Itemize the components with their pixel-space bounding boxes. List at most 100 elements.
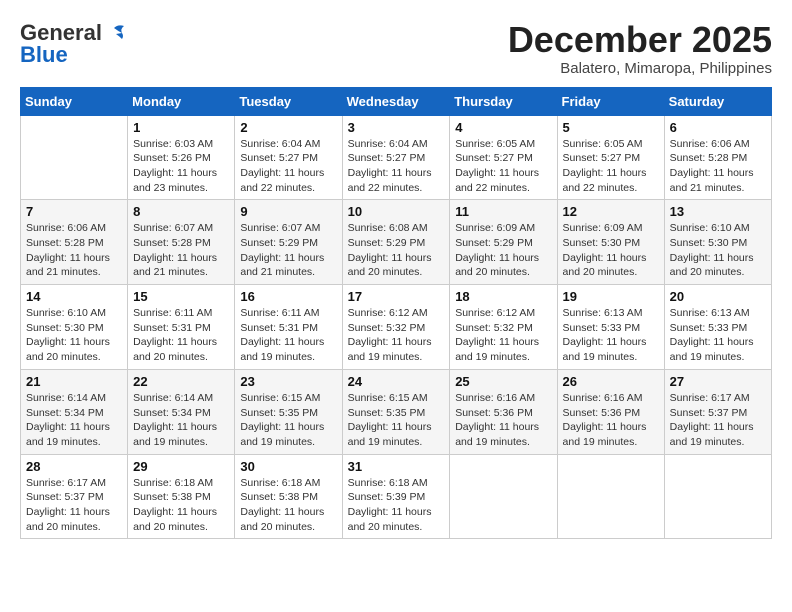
day-detail: Sunrise: 6:06 AMSunset: 5:28 PMDaylight:… (670, 137, 766, 196)
logo-bird-icon (104, 24, 126, 42)
day-detail: Sunrise: 6:07 AMSunset: 5:28 PMDaylight:… (133, 221, 229, 280)
logo: General Blue (20, 20, 128, 68)
day-detail: Sunrise: 6:15 AMSunset: 5:35 PMDaylight:… (240, 391, 336, 450)
location-subtitle: Balatero, Mimaropa, Philippines (508, 60, 772, 77)
calendar-cell: 3Sunrise: 6:04 AMSunset: 5:27 PMDaylight… (342, 115, 450, 200)
day-number: 16 (240, 289, 336, 304)
day-number: 12 (563, 204, 659, 219)
calendar-cell: 5 Sunrise: 6:05 AMSunset: 5:27 PMDaylight… (557, 115, 664, 200)
calendar-cell: 23 Sunrise: 6:15 AMSunset: 5:35 PMDayligh… (235, 369, 342, 454)
day-detail: Sunrise: 6:12 AMSunset: 5:32 PMDaylight:… (348, 306, 445, 365)
calendar-cell: 1 Sunrise: 6:03 AMSunset: 5:26 PMDaylight… (128, 115, 235, 200)
day-number: 28 (26, 459, 122, 474)
calendar-cell: 18 Sunrise: 6:12 AMSunset: 5:32 PMDayligh… (450, 285, 557, 370)
day-detail: Sunrise: 6:14 AMSunset: 5:34 PMDaylight:… (26, 391, 122, 450)
day-detail: Sunrise: 6:09 AMSunset: 5:30 PMDaylight:… (563, 221, 659, 280)
calendar-cell (21, 115, 128, 200)
calendar-cell: 28 Sunrise: 6:17 AMSunset: 5:37 PMDayligh… (21, 454, 128, 539)
day-number: 6 (670, 120, 766, 135)
calendar-cell: 16 Sunrise: 6:11 AMSunset: 5:31 PMDayligh… (235, 285, 342, 370)
day-number: 13 (670, 204, 766, 219)
day-detail: Sunrise: 6:17 AMSunset: 5:37 PMDaylight:… (670, 391, 766, 450)
day-detail: Sunrise: 6:15 AMSunset: 5:35 PMDaylight:… (348, 391, 445, 450)
calendar-header-row: SundayMondayTuesdayWednesdayThursdayFrid… (21, 87, 772, 115)
calendar-table: SundayMondayTuesdayWednesdayThursdayFrid… (20, 87, 772, 540)
calendar-cell: 29 Sunrise: 6:18 AMSunset: 5:38 PMDayligh… (128, 454, 235, 539)
logo-blue: Blue (20, 42, 68, 68)
day-detail: Sunrise: 6:09 AMSunset: 5:29 PMDaylight:… (455, 221, 551, 280)
day-number: 27 (670, 374, 766, 389)
day-detail: Sunrise: 6:04 AMSunset: 5:27 PMDaylight:… (240, 137, 336, 196)
day-number: 17 (348, 289, 445, 304)
calendar-cell: 10 Sunrise: 6:08 AMSunset: 5:29 PMDayligh… (342, 200, 450, 285)
day-detail: Sunrise: 6:11 AMSunset: 5:31 PMDaylight:… (240, 306, 336, 365)
calendar-cell: 7 Sunrise: 6:06 AMSunset: 5:28 PMDaylight… (21, 200, 128, 285)
day-detail: Sunrise: 6:10 AMSunset: 5:30 PMDaylight:… (670, 221, 766, 280)
calendar-cell: 11Sunrise: 6:09 AMSunset: 5:29 PMDayligh… (450, 200, 557, 285)
page-header: General Blue December 2025 Balatero, Mim… (20, 20, 772, 77)
day-number: 29 (133, 459, 229, 474)
calendar-cell: 6 Sunrise: 6:06 AMSunset: 5:28 PMDaylight… (664, 115, 771, 200)
day-number: 2 (240, 120, 336, 135)
day-number: 22 (133, 374, 229, 389)
day-number: 21 (26, 374, 122, 389)
day-detail: Sunrise: 6:08 AMSunset: 5:29 PMDaylight:… (348, 221, 445, 280)
title-block: December 2025 Balatero, Mimaropa, Philip… (508, 20, 772, 77)
day-detail: Sunrise: 6:06 AMSunset: 5:28 PMDaylight:… (26, 221, 122, 280)
calendar-cell: 9Sunrise: 6:07 AMSunset: 5:29 PMDaylight… (235, 200, 342, 285)
calendar-cell: 12 Sunrise: 6:09 AMSunset: 5:30 PMDayligh… (557, 200, 664, 285)
calendar-cell: 8 Sunrise: 6:07 AMSunset: 5:28 PMDaylight… (128, 200, 235, 285)
calendar-cell: 22Sunrise: 6:14 AMSunset: 5:34 PMDayligh… (128, 369, 235, 454)
day-number: 1 (133, 120, 229, 135)
day-number: 10 (348, 204, 445, 219)
day-number: 18 (455, 289, 551, 304)
day-detail: Sunrise: 6:07 AMSunset: 5:29 PMDaylight:… (240, 221, 336, 280)
day-detail: Sunrise: 6:16 AMSunset: 5:36 PMDaylight:… (563, 391, 659, 450)
calendar-week-row: 1 Sunrise: 6:03 AMSunset: 5:26 PMDaylight… (21, 115, 772, 200)
day-detail: Sunrise: 6:05 AMSunset: 5:27 PMDaylight:… (563, 137, 659, 196)
col-header-wednesday: Wednesday (342, 87, 450, 115)
calendar-cell: 30 Sunrise: 6:18 AMSunset: 5:38 PMDayligh… (235, 454, 342, 539)
col-header-thursday: Thursday (450, 87, 557, 115)
col-header-friday: Friday (557, 87, 664, 115)
day-detail: Sunrise: 6:18 AMSunset: 5:39 PMDaylight:… (348, 476, 445, 535)
day-number: 14 (26, 289, 122, 304)
day-number: 4 (455, 120, 551, 135)
day-detail: Sunrise: 6:18 AMSunset: 5:38 PMDaylight:… (133, 476, 229, 535)
day-detail: Sunrise: 6:03 AMSunset: 5:26 PMDaylight:… (133, 137, 229, 196)
calendar-cell (557, 454, 664, 539)
day-detail: Sunrise: 6:16 AMSunset: 5:36 PMDaylight:… (455, 391, 551, 450)
col-header-saturday: Saturday (664, 87, 771, 115)
day-detail: Sunrise: 6:12 AMSunset: 5:32 PMDaylight:… (455, 306, 551, 365)
day-detail: Sunrise: 6:05 AMSunset: 5:27 PMDaylight:… (455, 137, 551, 196)
day-detail: Sunrise: 6:17 AMSunset: 5:37 PMDaylight:… (26, 476, 122, 535)
day-number: 30 (240, 459, 336, 474)
day-detail: Sunrise: 6:13 AMSunset: 5:33 PMDaylight:… (563, 306, 659, 365)
calendar-cell: 27 Sunrise: 6:17 AMSunset: 5:37 PMDayligh… (664, 369, 771, 454)
calendar-cell: 24 Sunrise: 6:15 AMSunset: 5:35 PMDayligh… (342, 369, 450, 454)
col-header-sunday: Sunday (21, 87, 128, 115)
day-number: 7 (26, 204, 122, 219)
day-number: 15 (133, 289, 229, 304)
calendar-cell: 4 Sunrise: 6:05 AMSunset: 5:27 PMDaylight… (450, 115, 557, 200)
calendar-cell (664, 454, 771, 539)
calendar-cell: 15 Sunrise: 6:11 AMSunset: 5:31 PMDayligh… (128, 285, 235, 370)
calendar-cell: 25Sunrise: 6:16 AMSunset: 5:36 PMDayligh… (450, 369, 557, 454)
calendar-week-row: 14Sunrise: 6:10 AMSunset: 5:30 PMDayligh… (21, 285, 772, 370)
calendar-week-row: 7 Sunrise: 6:06 AMSunset: 5:28 PMDaylight… (21, 200, 772, 285)
calendar-cell: 20 Sunrise: 6:13 AMSunset: 5:33 PMDayligh… (664, 285, 771, 370)
day-number: 8 (133, 204, 229, 219)
day-detail: Sunrise: 6:13 AMSunset: 5:33 PMDaylight:… (670, 306, 766, 365)
day-detail: Sunrise: 6:04 AMSunset: 5:27 PMDaylight:… (348, 137, 445, 196)
day-detail: Sunrise: 6:18 AMSunset: 5:38 PMDaylight:… (240, 476, 336, 535)
calendar-cell: 17 Sunrise: 6:12 AMSunset: 5:32 PMDayligh… (342, 285, 450, 370)
day-number: 5 (563, 120, 659, 135)
day-number: 20 (670, 289, 766, 304)
day-number: 23 (240, 374, 336, 389)
calendar-cell: 2 Sunrise: 6:04 AMSunset: 5:27 PMDaylight… (235, 115, 342, 200)
day-number: 26 (563, 374, 659, 389)
day-detail: Sunrise: 6:11 AMSunset: 5:31 PMDaylight:… (133, 306, 229, 365)
calendar-cell: 21 Sunrise: 6:14 AMSunset: 5:34 PMDayligh… (21, 369, 128, 454)
day-number: 24 (348, 374, 445, 389)
col-header-tuesday: Tuesday (235, 87, 342, 115)
